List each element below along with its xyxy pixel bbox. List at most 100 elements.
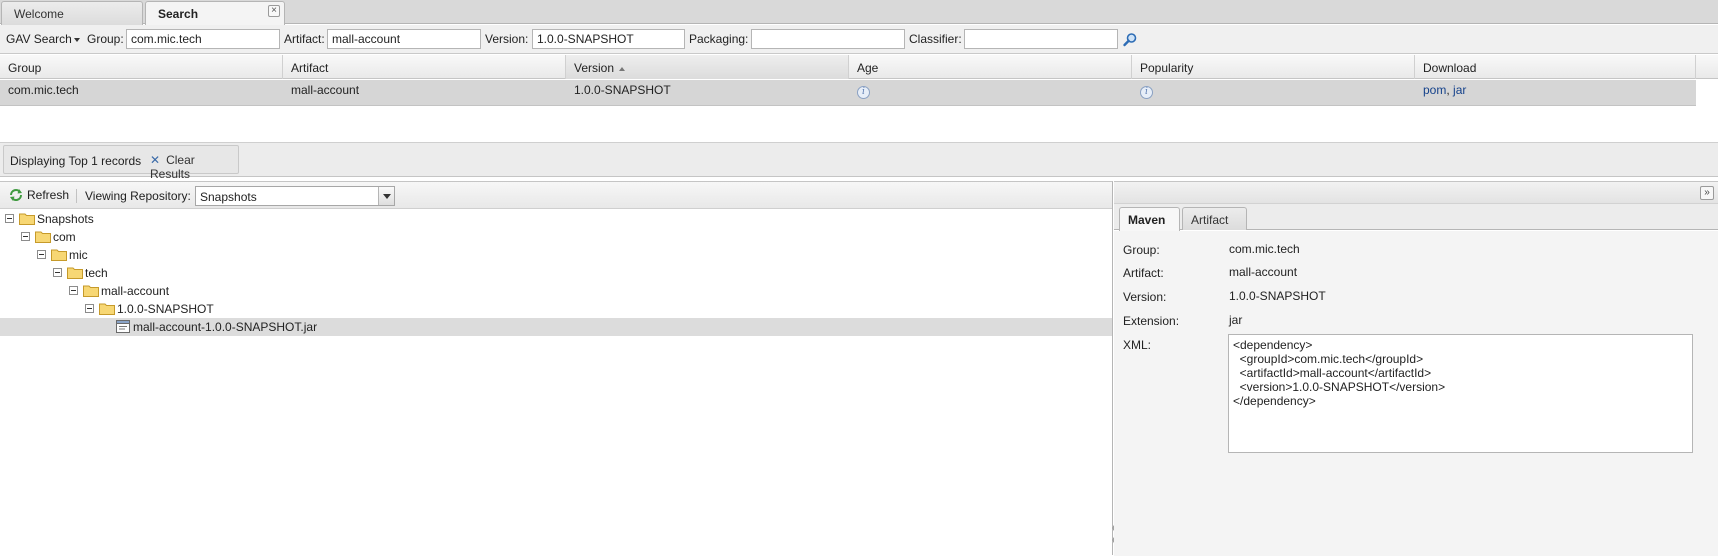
collapse-toggle-icon[interactable] — [37, 250, 46, 259]
search-mode-label: GAV Search — [6, 32, 72, 46]
refresh-button[interactable]: Refresh — [8, 188, 69, 202]
cell-age: i — [849, 80, 1132, 106]
info-icon[interactable]: i — [857, 86, 870, 99]
group-label: Group: — [87, 32, 124, 46]
tree-node-label: mall-account-1.0.0-SNAPSHOT.jar — [133, 320, 318, 334]
repository-select[interactable]: Snapshots — [195, 186, 395, 206]
cell-artifact: mall-account — [291, 83, 360, 97]
details-panel-header: » — [1114, 182, 1718, 204]
tab-search[interactable]: Search × — [145, 1, 285, 26]
collapse-toggle-icon[interactable] — [21, 232, 30, 241]
detail-version-value: 1.0.0-SNAPSHOT — [1229, 289, 1326, 303]
status-box: Displaying Top 1 records ✕ Clear Results — [3, 145, 239, 181]
tab-artifact[interactable]: Artifact — [1182, 207, 1247, 230]
results-grid-empty-area — [0, 107, 1718, 143]
download-pom-link[interactable]: pom — [1423, 83, 1446, 97]
toolbar-divider — [76, 189, 77, 203]
column-header-download[interactable]: Download — [1415, 55, 1696, 79]
refresh-label: Refresh — [27, 188, 70, 202]
column-header-artifact[interactable]: Artifact — [283, 55, 566, 79]
tree-node-label: com — [53, 230, 76, 244]
viewing-repository-label: Viewing Repository: — [85, 189, 191, 203]
version-input[interactable] — [532, 29, 685, 49]
group-input[interactable] — [126, 29, 280, 49]
collapse-toggle-icon[interactable] — [69, 286, 78, 295]
detail-extension-label: Extension: — [1123, 314, 1180, 328]
info-icon[interactable]: i — [1140, 86, 1153, 99]
tree-node-mic[interactable]: mic — [0, 246, 1112, 264]
collapse-toggle-icon[interactable] — [53, 268, 62, 277]
status-text: Displaying Top 1 records — [10, 154, 142, 168]
clear-results-button[interactable]: ✕ Clear Results — [150, 153, 238, 181]
search-button[interactable] — [1122, 32, 1138, 48]
folder-icon — [51, 249, 67, 261]
detail-artifact-value: mall-account — [1229, 265, 1298, 279]
chevron-down-icon[interactable] — [378, 187, 394, 205]
tab-welcome[interactable]: Welcome — [1, 1, 143, 25]
cell-popularity: i — [1132, 80, 1415, 106]
tab-search-label: Search — [158, 7, 199, 21]
artifact-label: Artifact: — [284, 32, 325, 46]
cell-version: 1.0.0-SNAPSHOT — [574, 83, 671, 97]
packaging-input[interactable] — [751, 29, 905, 49]
collapse-toggle-icon[interactable] — [85, 304, 94, 313]
classifier-input[interactable] — [964, 29, 1118, 49]
tree-node-label: 1.0.0-SNAPSHOT — [117, 302, 214, 316]
detail-xml-label: XML: — [1123, 338, 1152, 352]
tree-node-tech[interactable]: tech — [0, 264, 1112, 282]
folder-icon — [67, 267, 83, 279]
cell-download: pom, jar — [1415, 80, 1696, 106]
double-chevron-right-icon[interactable]: » — [1700, 186, 1714, 200]
table-row[interactable]: com.mic.tech mall-account 1.0.0-SNAPSHOT… — [0, 80, 1696, 106]
magnifier-icon — [1123, 33, 1137, 47]
cell-group: com.mic.tech — [8, 83, 79, 97]
tree-node-mall-account[interactable]: mall-account — [0, 282, 1112, 300]
close-icon[interactable]: × — [268, 5, 280, 17]
folder-icon — [83, 285, 99, 297]
column-header-version[interactable]: Version — [566, 55, 849, 79]
main-tab-strip: Welcome Search × — [0, 0, 1718, 26]
packaging-label: Packaging: — [689, 32, 749, 46]
sort-ascending-icon — [619, 66, 626, 71]
clear-x-icon: ✕ — [150, 153, 161, 167]
folder-icon — [99, 303, 115, 315]
collapse-toggle-icon[interactable] — [5, 214, 14, 223]
maven-info-form: Group: com.mic.tech Artifact: mall-accou… — [1114, 231, 1718, 556]
chevron-down-icon — [73, 37, 80, 42]
tree-node-jar-file[interactable]: mall-account-1.0.0-SNAPSHOT.jar — [0, 318, 1112, 336]
tree-node-com[interactable]: com — [0, 228, 1112, 246]
detail-group-value: com.mic.tech — [1229, 242, 1300, 256]
refresh-icon — [10, 189, 22, 201]
artifact-details-panel: » Maven Artifact Group: com.mic.tech Art… — [1114, 181, 1718, 556]
download-jar-link[interactable]: jar — [1453, 83, 1466, 97]
details-tab-strip: Maven Artifact — [1114, 204, 1718, 231]
tab-maven[interactable]: Maven — [1119, 207, 1180, 231]
folder-icon — [19, 213, 35, 225]
repository-select-value: Snapshots — [200, 190, 257, 204]
repository-browser-toolbar: Refresh Viewing Repository: Snapshots — [0, 182, 1112, 209]
classifier-label: Classifier: — [909, 32, 962, 46]
search-toolbar: GAV Search Group: Artifact: Version: Pac… — [0, 25, 1718, 54]
dependency-xml-textarea[interactable]: <dependency> <groupId>com.mic.tech</grou… — [1228, 334, 1693, 453]
search-mode-dropdown[interactable]: GAV Search — [6, 32, 80, 46]
column-header-age[interactable]: Age — [849, 55, 1132, 79]
version-label: Version: — [485, 32, 529, 46]
artifact-input[interactable] — [327, 29, 481, 49]
detail-group-label: Group: — [1123, 243, 1160, 257]
column-header-group[interactable]: Group — [0, 55, 283, 79]
tree-node-version[interactable]: 1.0.0-SNAPSHOT — [0, 300, 1112, 318]
detail-version-label: Version: — [1123, 290, 1167, 304]
column-header-popularity[interactable]: Popularity — [1132, 55, 1415, 79]
detail-artifact-label: Artifact: — [1123, 266, 1164, 280]
tree-node-label: Snapshots — [37, 212, 94, 226]
results-grid-header: Group Artifact Version Age Popularity Do… — [0, 55, 1718, 79]
repository-browser-panel: Refresh Viewing Repository: Snapshots Sn… — [0, 181, 1113, 555]
folder-icon — [35, 231, 51, 243]
tree-node-snapshots[interactable]: Snapshots — [0, 210, 1112, 228]
results-status-bar: Displaying Top 1 records ✕ Clear Results — [0, 143, 1718, 181]
download-separator: , — [1446, 83, 1450, 97]
tree-node-label: mall-account — [101, 284, 170, 298]
tree-node-label: mic — [69, 248, 88, 262]
detail-extension-value: jar — [1229, 313, 1243, 327]
tab-welcome-label: Welcome — [14, 7, 64, 21]
